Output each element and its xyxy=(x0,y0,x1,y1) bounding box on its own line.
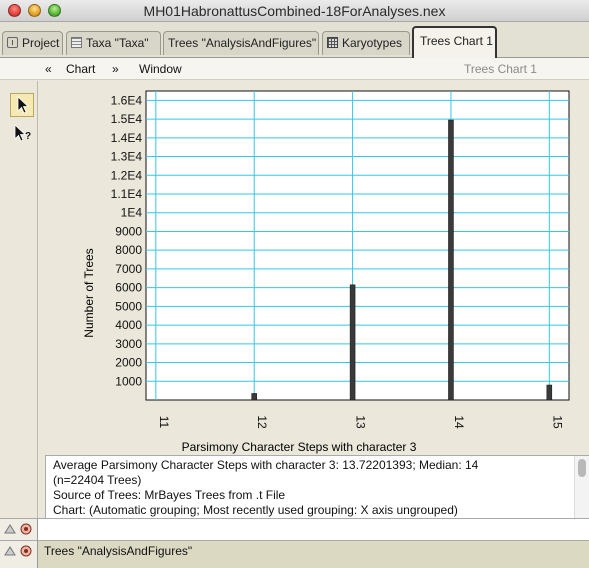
y-tick-label: 6000 xyxy=(115,281,142,295)
y-tick-label: 1.3E4 xyxy=(111,150,143,164)
project-icon xyxy=(7,37,18,48)
triangle-eye-icons[interactable] xyxy=(3,545,35,557)
tab-taxa[interactable]: Taxa "Taxa" xyxy=(66,31,161,55)
x-tick-label: 15 xyxy=(550,415,564,429)
x-tick-label: 14 xyxy=(452,415,466,429)
histogram-bar xyxy=(546,384,553,401)
tab-trees-chart[interactable]: Trees Chart 1 xyxy=(412,26,497,58)
tab-label: Trees "AnalysisAndFigures" xyxy=(168,36,317,50)
chart-info-text[interactable]: Average Parsimony Character Steps with c… xyxy=(45,455,589,518)
trees-row[interactable]: Trees "AnalysisAndFigures" xyxy=(0,540,589,568)
y-tick-label: 9000 xyxy=(115,224,142,238)
row-controls xyxy=(0,519,38,540)
y-tick-label: 1E4 xyxy=(121,206,143,220)
y-tick-label: 4000 xyxy=(115,318,142,332)
window-menu[interactable]: Window xyxy=(139,62,182,76)
info-count-line: (n=22404 Trees) xyxy=(53,473,142,487)
info-scrollbar[interactable] xyxy=(574,456,589,518)
chart-menu[interactable]: Chart xyxy=(66,62,95,76)
info-average-line: Average Parsimony Character Steps with c… xyxy=(53,458,479,472)
y-tick-label: 2000 xyxy=(115,356,142,370)
row-controls xyxy=(0,541,38,568)
title-bar: MH01HabronattusCombined-18ForAnalyses.ne… xyxy=(0,0,589,22)
window-name-label: Trees Chart 1 xyxy=(464,62,537,76)
tab-project[interactable]: Project xyxy=(2,31,63,55)
x-tick-label: 12 xyxy=(255,415,269,429)
tab-karyotypes[interactable]: Karyotypes xyxy=(322,31,410,55)
tab-label: Karyotypes xyxy=(342,36,403,50)
window-title: MH01HabronattusCombined-18ForAnalyses.ne… xyxy=(143,3,446,19)
x-axis-label: Parsimony Character Steps with character… xyxy=(182,440,417,454)
histogram-bar xyxy=(251,393,257,401)
back-button[interactable]: « xyxy=(45,62,52,76)
forward-button[interactable]: » xyxy=(112,62,119,76)
trees-block-label: Trees "AnalysisAndFigures" xyxy=(44,544,193,558)
arrow-tool[interactable] xyxy=(10,93,34,117)
info-chart-line: Chart: (Automatic grouping; Most recentl… xyxy=(53,503,458,517)
y-tick-label: 3000 xyxy=(115,337,142,351)
y-tick-label: 8000 xyxy=(115,243,142,257)
window-menu-bar: « Chart » Window Trees Chart 1 xyxy=(0,58,589,80)
tab-bar: Project Taxa "Taxa" Trees "AnalysisAndFi… xyxy=(0,22,589,58)
taxa-icon xyxy=(71,37,82,48)
y-axis-label: Number of Trees xyxy=(82,248,96,337)
empty-row xyxy=(0,518,589,540)
query-arrow-tool[interactable]: ? xyxy=(10,122,34,146)
arrow-icon xyxy=(17,96,30,114)
tab-label: Trees Chart 1 xyxy=(420,34,493,48)
query-arrow-icon: ? xyxy=(14,124,31,142)
svg-text:?: ? xyxy=(25,131,31,142)
matrix-icon xyxy=(327,37,338,48)
histogram-bar xyxy=(349,284,356,401)
histogram-chart: 1000 2000 3000 4000 5000 6000 7000 8000 9000 1E4 1… xyxy=(82,90,570,454)
triangle-eye-icons[interactable] xyxy=(3,523,35,535)
scrollbar-thumb[interactable] xyxy=(578,459,586,477)
y-tick-label: 1.1E4 xyxy=(111,187,143,201)
y-tick-label: 1.5E4 xyxy=(111,112,143,126)
chart-panel: 1000 2000 3000 4000 5000 6000 7000 8000 9000 1E4 1… xyxy=(38,81,589,455)
y-tick-label: 1.4E4 xyxy=(111,131,143,145)
x-tick-label: 13 xyxy=(354,415,368,429)
tab-trees-analysis[interactable]: Trees "AnalysisAndFigures" xyxy=(163,31,319,55)
tool-palette: ? xyxy=(0,81,38,518)
x-tick-label: 11 xyxy=(157,416,171,429)
info-source-line: Source of Trees: MrBayes Trees from .t F… xyxy=(53,488,286,502)
tab-label: Project xyxy=(22,36,60,50)
y-tick-label: 1000 xyxy=(115,374,142,388)
y-tick-label: 1.6E4 xyxy=(111,93,143,107)
y-tick-label: 5000 xyxy=(115,299,142,313)
y-tick-label: 7000 xyxy=(115,262,142,276)
tab-label: Taxa "Taxa" xyxy=(86,36,149,50)
histogram-bar xyxy=(448,119,454,401)
y-tick-label: 1.2E4 xyxy=(111,168,143,182)
